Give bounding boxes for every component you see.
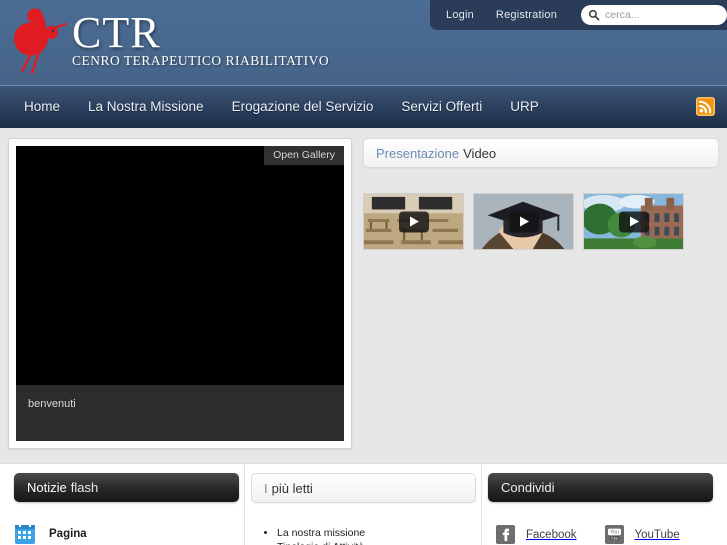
most-read-list: La nostra missione Tipologia di Attività… — [277, 527, 476, 545]
search-input[interactable] — [605, 9, 724, 21]
most-read-panel: I più letti La nostra missione Tipologia… — [244, 464, 482, 545]
top-utility-bar: Login Registration — [430, 0, 727, 30]
classroom-thumbnail[interactable] — [363, 193, 464, 250]
registration-link[interactable]: Registration — [496, 9, 557, 21]
most-read-header: I più letti — [251, 473, 476, 503]
search-box[interactable] — [581, 5, 727, 25]
login-link[interactable]: Login — [446, 9, 474, 21]
news-item[interactable]: Pagina — [14, 523, 239, 545]
news-title-accent: Notizie — [27, 480, 67, 495]
list-item[interactable]: Tipologia di Attività — [277, 541, 476, 545]
play-icon[interactable] — [618, 211, 649, 232]
main-content: Open Gallery benvenuti Presentazione Vid… — [0, 128, 727, 545]
most-read-title-accent: I — [264, 480, 268, 496]
nav-item-servizi-offerti[interactable]: Servizi Offerti — [387, 86, 496, 128]
share-panel: Condividi Facebook You Tube YouTube — [481, 464, 719, 545]
social-link-facebook[interactable]: Facebook — [496, 525, 605, 544]
red-bird-logo-icon — [14, 8, 68, 75]
nav-item-la-nostra-missione[interactable]: La Nostra Missione — [74, 86, 218, 128]
video-title-accent: Presentazione — [376, 145, 460, 161]
youtube-icon: You Tube — [604, 525, 624, 544]
most-read-title-rest: più letti — [271, 480, 313, 496]
share-title: Condividi — [501, 480, 555, 495]
campus-building-thumbnail[interactable] — [583, 193, 684, 250]
share-header: Condividi — [488, 473, 713, 502]
nav-item-erogazione-del-servizio[interactable]: Erogazione del Servizio — [218, 86, 388, 128]
nav-item-home[interactable]: Home — [10, 86, 74, 128]
social-label: YouTube — [634, 528, 680, 541]
gallery-caption: benvenuti — [16, 385, 344, 441]
news-flash-header: Notizie flash — [14, 473, 239, 502]
svg-text:Tube: Tube — [610, 536, 618, 540]
rss-icon[interactable] — [696, 97, 715, 116]
svg-text:You: You — [610, 530, 619, 536]
nav-item-urp[interactable]: URP — [496, 86, 553, 128]
play-icon[interactable] — [398, 211, 429, 232]
main-navigation: Home La Nostra Missione Erogazione del S… — [0, 85, 727, 128]
top-row: Open Gallery benvenuti Presentazione Vid… — [0, 138, 727, 449]
video-panel: Presentazione Video — [363, 138, 719, 449]
search-icon — [588, 9, 600, 21]
play-icon[interactable] — [508, 211, 539, 232]
video-thumbnail-list — [363, 193, 719, 250]
calendar-icon — [15, 523, 35, 544]
news-title-rest: flash — [70, 480, 99, 495]
site-header: Login Registration CTR CENRO TERAPEUTICO… — [0, 0, 727, 85]
video-title-rest: Video — [463, 145, 497, 161]
social-links: Facebook You Tube YouTube — [488, 525, 713, 545]
open-gallery-button[interactable]: Open Gallery — [264, 146, 344, 165]
bottom-panels: Notizie flash Pagina Pagina in allestime… — [0, 463, 727, 545]
video-panel-header: Presentazione Video — [363, 138, 719, 168]
gallery-stage[interactable]: Open Gallery — [16, 146, 344, 385]
social-label: Facebook — [526, 528, 577, 541]
site-subtitle: CENRO TERAPEUTICO RIABILITATIVO — [72, 53, 330, 68]
news-item-title: Pagina — [49, 528, 87, 540]
social-link-youtube[interactable]: You Tube YouTube — [604, 525, 714, 544]
brand[interactable]: CTR CENRO TERAPEUTICO RIABILITATIVO — [10, 5, 329, 77]
brand-text: CTR CENRO TERAPEUTICO RIABILITATIVO — [72, 5, 329, 69]
content-spacer — [0, 128, 727, 138]
site-title: CTR — [72, 8, 161, 57]
graduation-thumbnail[interactable] — [473, 193, 574, 250]
list-item[interactable]: La nostra missione — [277, 527, 476, 541]
gallery-panel: Open Gallery benvenuti — [8, 138, 352, 449]
news-flash-panel: Notizie flash Pagina Pagina in allestime… — [8, 473, 245, 545]
facebook-icon — [496, 525, 515, 544]
